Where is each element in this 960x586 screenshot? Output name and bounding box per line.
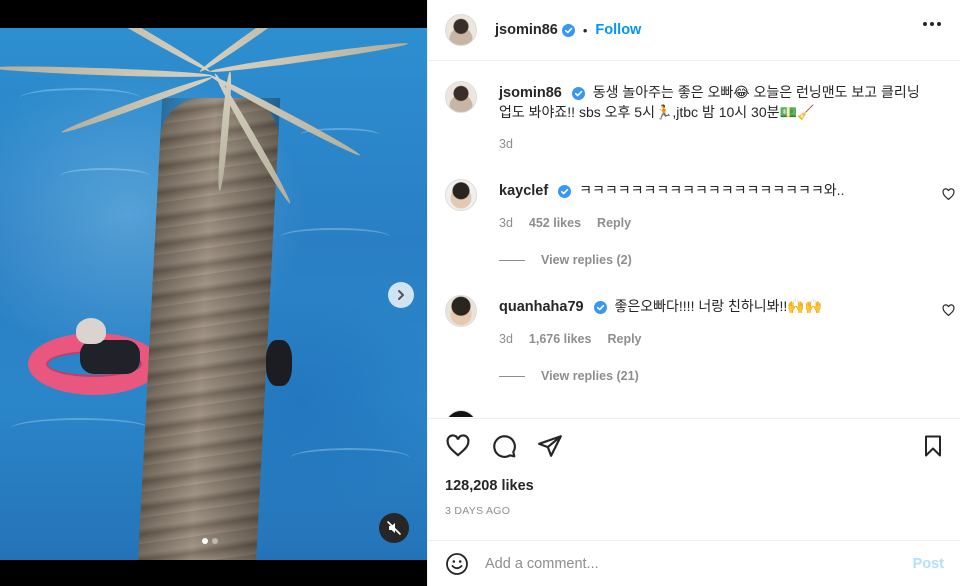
- commenter-avatar[interactable]: [445, 410, 477, 417]
- verified-badge-icon: [593, 300, 607, 314]
- comment-reply-button[interactable]: Reply: [597, 216, 631, 230]
- comment-timestamp[interactable]: 3d: [499, 332, 513, 346]
- like-comment-heart-icon[interactable]: [942, 304, 955, 317]
- comment-username[interactable]: kayclef: [499, 183, 548, 199]
- comment-bubble-icon[interactable]: [491, 433, 517, 459]
- author-username[interactable]: jsomin86: [495, 22, 558, 38]
- post-actions: 128,208 likes 3 DAYS AGO: [428, 418, 960, 530]
- comment-timestamp[interactable]: 3d: [499, 216, 513, 230]
- mute-button[interactable]: [379, 513, 409, 543]
- author-avatar[interactable]: [445, 81, 477, 113]
- verified-badge-icon: [558, 184, 572, 198]
- comment-text: 좋은오빠다!!!! 너랑 친하니봐!!🙌🙌: [614, 298, 823, 314]
- follow-button[interactable]: Follow: [595, 22, 641, 38]
- view-replies-label: View replies (2): [541, 253, 632, 267]
- emoji-smiley-icon[interactable]: [445, 552, 469, 576]
- post-date[interactable]: 3 DAYS AGO: [445, 505, 510, 517]
- comment-reply-button[interactable]: Reply: [607, 332, 641, 346]
- share-paper-plane-icon[interactable]: [537, 433, 563, 459]
- comments-list[interactable]: jsomin86 동생 놀아주는 좋은 오빠😂 오늘은 런닝맨도 보고 클리닝업…: [428, 62, 960, 417]
- more-options-icon[interactable]: [923, 22, 941, 26]
- view-replies-button[interactable]: View replies (21): [499, 369, 639, 383]
- post-side-panel: jsomin86 • Follow jsomin86 동생 놀아주는 좋은 오빠…: [427, 0, 960, 586]
- chevron-right-icon: [398, 290, 404, 300]
- carousel-dot: [202, 538, 208, 544]
- post-comment-button[interactable]: Post: [913, 556, 944, 572]
- post-media[interactable]: [0, 0, 427, 586]
- comment-username[interactable]: quanhaha79: [499, 299, 584, 315]
- post-header: jsomin86 • Follow: [428, 0, 960, 61]
- like-comment-heart-icon[interactable]: [942, 188, 955, 201]
- comment-text: ㅋㅋㅋㅋㅋㅋㅋㅋㅋㅋㅋㅋㅋㅋㅋㅋㅋㅋㅋ와..: [579, 182, 845, 198]
- caption-text: 동생 놀아주는 좋은 오빠😂 오늘은 런닝맨도 보고 클리닝업도 봐야죠!! s…: [499, 84, 920, 120]
- verified-badge-icon: [561, 23, 575, 37]
- caption-username[interactable]: jsomin86: [499, 85, 562, 101]
- add-comment-bar: Post: [428, 540, 960, 586]
- caption-timestamp[interactable]: 3d: [499, 137, 513, 151]
- post-photo: [0, 28, 427, 560]
- carousel-indicator: [202, 538, 218, 544]
- author-avatar[interactable]: [445, 14, 477, 46]
- view-replies-button[interactable]: View replies (2): [499, 253, 632, 267]
- save-bookmark-icon[interactable]: [921, 434, 945, 458]
- verified-badge-icon: [571, 86, 585, 100]
- comment-likes[interactable]: 1,676 likes: [529, 332, 592, 346]
- comment-likes[interactable]: 452 likes: [529, 216, 581, 230]
- comment-input[interactable]: [485, 555, 885, 572]
- view-replies-label: View replies (21): [541, 369, 639, 383]
- carousel-next-button[interactable]: [388, 282, 414, 308]
- like-heart-icon[interactable]: [445, 433, 471, 459]
- carousel-dot: [212, 538, 218, 544]
- post-likes-count[interactable]: 128,208 likes: [445, 478, 534, 494]
- separator-dot: •: [582, 22, 588, 38]
- commenter-avatar[interactable]: [445, 179, 477, 211]
- commenter-avatar[interactable]: [445, 295, 477, 327]
- speaker-muted-icon: [387, 521, 401, 535]
